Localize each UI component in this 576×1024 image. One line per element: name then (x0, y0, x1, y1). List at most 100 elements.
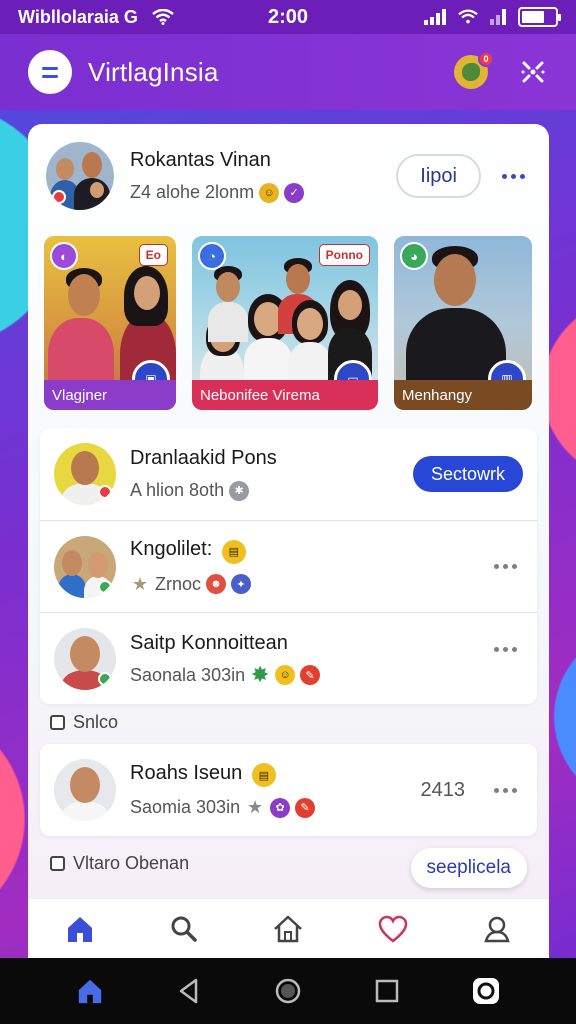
story-card[interactable]: ◔ Ponno ▭ Nebonifee Virema (192, 236, 378, 410)
avatar-icon (462, 63, 480, 81)
people-list: Dranlaakid Pons A hlion 8oth ✱ Sectowrk … (40, 428, 537, 704)
star-icon: ★ (131, 573, 149, 594)
more-options-icon[interactable] (487, 639, 523, 659)
app-title: VirtlagInsia (88, 56, 219, 87)
section-checkbox[interactable] (50, 715, 65, 730)
home-icon (68, 916, 93, 942)
badge-icon: ✓ (284, 182, 305, 203)
profile-header: Rokantas Vinan Z4 alohe 2lonm ☺ ✓ Iipoi (46, 136, 531, 216)
circle-home-icon (275, 978, 301, 1004)
story-caption: Menhangy (394, 380, 532, 410)
list-item-subtitle: Saomia 303in (130, 797, 241, 818)
story-badge-icon: ◐ (50, 242, 78, 270)
list-item-name-row: Roahs Iseun ▤ (130, 762, 315, 788)
signal-icon-secondary (490, 9, 506, 25)
signal-icon (424, 9, 446, 25)
avatar (54, 535, 116, 598)
story-card[interactable]: ◕ ▥ Menhangy (394, 236, 532, 410)
wifi-icon (458, 9, 478, 24)
house-icon (274, 915, 303, 942)
story-badge-icon: ◔ (198, 242, 226, 270)
story-person (48, 260, 118, 398)
reaction-icon: ✿ (270, 797, 291, 818)
story-chip: Eo (138, 244, 168, 266)
battery-icon (518, 7, 561, 27)
section-header: Snlco (50, 712, 118, 733)
story-chip: Ponno (318, 244, 370, 266)
avatar (54, 759, 116, 821)
nav-home[interactable] (60, 909, 100, 949)
home-icon (78, 979, 101, 1004)
list-item-name: Roahs Iseun (130, 761, 243, 784)
notifications-avatar-button[interactable]: 0 (454, 51, 494, 89)
story-badge-icon: ◕ (400, 242, 428, 270)
system-back-button[interactable] (169, 971, 209, 1011)
see-more-button[interactable]: seeplicela (410, 848, 527, 888)
smiley-icon: ☺ (259, 182, 280, 203)
avatar (54, 627, 116, 690)
reaction-icon: ✎ (295, 797, 316, 818)
reaction-icon: ☻ (206, 574, 227, 595)
search-icon (171, 916, 198, 942)
story-card[interactable]: ◐ Eo ▣ Vlagjner (44, 236, 176, 410)
grin-emoji-icon: ▤ (251, 763, 276, 788)
reaction-icon: ✎ (300, 665, 321, 685)
list-item-subtitle: A hlion 8oth (130, 480, 225, 500)
avatar (54, 443, 116, 505)
more-options-icon[interactable] (487, 780, 523, 800)
profile-avatar[interactable] (46, 142, 114, 210)
section-checkbox[interactable] (50, 856, 65, 871)
heart-icon (378, 915, 407, 943)
grin-emoji-icon: ▤ (221, 539, 246, 564)
more-options-icon[interactable] (487, 557, 523, 577)
story-caption: Nebonifee Virema (192, 380, 378, 410)
story-person (288, 300, 332, 392)
section-header: Vltaro Obenan (50, 853, 189, 874)
recents-icon (375, 979, 399, 1003)
menu-icon (42, 66, 58, 70)
feed-panel: Rokantas Vinan Z4 alohe 2lonm ☺ ✓ Iipoi (28, 124, 549, 964)
sparkle-icon[interactable] (518, 57, 548, 87)
list-item[interactable]: Saitp Konnoittean Saonala 303in ✸ ☺ ✎ (40, 612, 537, 704)
profile-subtitle-text: Z4 alohe 2lonm (130, 182, 255, 202)
reaction-icon: ✦ (231, 574, 252, 595)
list-item[interactable]: Dranlaakid Pons A hlion 8oth ✱ Sectowrk (40, 428, 537, 520)
leaf-icon: ✸ (250, 662, 270, 687)
nav-house[interactable] (268, 909, 308, 949)
profile-icon (484, 916, 510, 942)
list-item[interactable]: Kngolilet: ▤ ★ Zrnoc ☻ ✦ (40, 520, 537, 612)
follow-button[interactable]: Iipoi (396, 154, 481, 198)
more-options-icon[interactable] (495, 166, 531, 186)
system-nav-bar (0, 958, 576, 1024)
system-record-button[interactable] (466, 971, 506, 1011)
system-recents-button[interactable] (367, 971, 407, 1011)
bottom-nav (28, 898, 549, 958)
list-item-name: Saitp Konnoittean (130, 631, 288, 654)
menu-button[interactable] (28, 50, 72, 94)
story-person (208, 266, 248, 342)
carrier-label: Wibllolaraia G (18, 6, 138, 27)
story-caption: Vlagjner (44, 380, 176, 410)
list-item-name-row: Kngolilet: ▤ (130, 538, 251, 564)
list-item-subtitle: Saonala 303in (130, 664, 246, 685)
back-icon (179, 978, 198, 1004)
item-count: 2413 (420, 778, 466, 801)
system-home-button[interactable] (70, 971, 110, 1011)
system-circle-button[interactable] (268, 971, 308, 1011)
list-item-subtitle: Zrnoc (155, 573, 202, 594)
section-label: Snlco (73, 712, 119, 732)
list-item-name: Kngolilet: (130, 538, 213, 561)
nav-profile[interactable] (477, 909, 517, 949)
people-list-secondary: Roahs Iseun ▤ Saomia 303in ★ ✿ ✎ 2413 (40, 744, 537, 836)
settings-icon: ✱ (229, 480, 250, 501)
list-item-name: Dranlaakid Pons (130, 447, 277, 469)
smiley-icon: ☺ (275, 665, 296, 685)
section-label: Vltaro Obenan (73, 853, 190, 873)
list-item[interactable]: Roahs Iseun ▤ Saomia 303in ★ ✿ ✎ 2413 (40, 744, 537, 836)
connect-button[interactable]: Sectowrk (412, 456, 523, 492)
nav-favorites[interactable] (373, 909, 413, 949)
star-icon: ★ (247, 797, 264, 818)
nav-search[interactable] (164, 909, 204, 949)
wifi-icon (152, 9, 174, 25)
record-icon (473, 978, 500, 1004)
